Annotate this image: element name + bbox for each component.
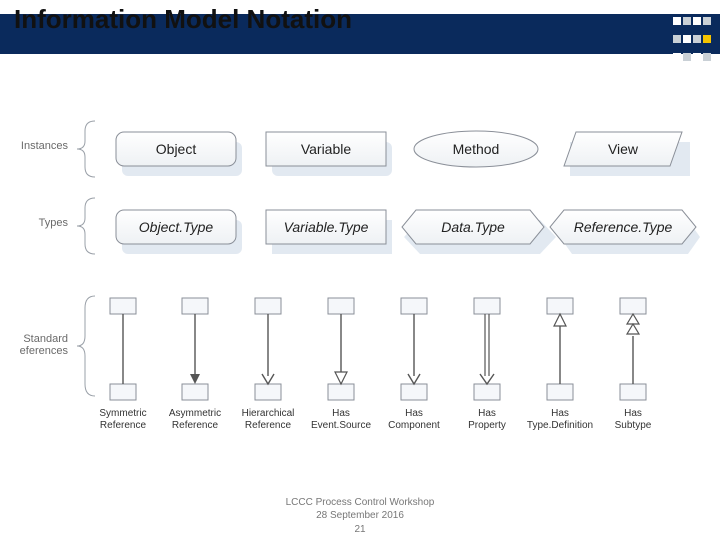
label-view: View <box>608 141 639 157</box>
svg-text:Subtype: Subtype <box>615 420 652 431</box>
ref-hierarchical: Hierarchical Reference <box>242 298 295 431</box>
ref-has-component: Has Component <box>388 298 440 431</box>
page-title: Information Model Notation <box>0 0 720 35</box>
notation-diagram: Instances Types Standard References Obje… <box>20 86 700 446</box>
svg-text:Type.Definition: Type.Definition <box>527 420 593 431</box>
svg-text:Has: Has <box>624 408 642 419</box>
title-bar: Information Model Notation <box>0 0 720 56</box>
diagram-area: Instances Types Standard References Obje… <box>0 56 720 446</box>
ref-has-property: Has Property <box>468 298 506 431</box>
label-data-type: Data.Type <box>441 219 505 235</box>
row-label-references-1: Standard <box>23 333 68 345</box>
svg-text:Reference: Reference <box>100 420 147 431</box>
ref-has-eventsource: Has Event.Source <box>311 298 371 431</box>
svg-text:Reference: Reference <box>172 420 219 431</box>
svg-text:Has: Has <box>478 408 496 419</box>
label-reference-type: Reference.Type <box>574 219 673 235</box>
svg-text:Event.Source: Event.Source <box>311 420 371 431</box>
footer-line2: 28 September 2016 <box>316 510 404 521</box>
svg-text:Asymmetric: Asymmetric <box>169 408 221 419</box>
svg-text:Property: Property <box>468 420 506 431</box>
svg-text:Reference: Reference <box>245 420 292 431</box>
footer: LCCC Process Control Workshop 28 Septemb… <box>0 496 720 537</box>
label-object-type: Object.Type <box>139 219 214 235</box>
svg-text:Hierarchical: Hierarchical <box>242 408 295 419</box>
decorative-pixels <box>672 16 712 70</box>
references-row: Symmetric Reference Asymmetric Reference… <box>99 298 651 431</box>
svg-text:Symmetric: Symmetric <box>99 408 146 419</box>
ref-asymmetric: Asymmetric Reference <box>169 298 221 431</box>
row-label-references-2: References <box>20 345 68 357</box>
footer-page: 21 <box>354 524 365 535</box>
label-method: Method <box>453 141 500 157</box>
ref-has-subtype: Has Subtype <box>615 298 652 431</box>
ref-has-typedef: Has Type.Definition <box>527 298 593 431</box>
footer-line1: LCCC Process Control Workshop <box>286 497 435 508</box>
ref-symmetric: Symmetric Reference <box>99 298 146 431</box>
svg-text:Has: Has <box>551 408 569 419</box>
label-variable-type: Variable.Type <box>284 219 369 235</box>
svg-text:Has: Has <box>405 408 423 419</box>
label-variable: Variable <box>301 141 352 157</box>
row-label-instances: Instances <box>21 140 69 152</box>
svg-text:Has: Has <box>332 408 350 419</box>
row-label-types: Types <box>39 217 69 229</box>
label-object: Object <box>156 141 197 157</box>
svg-text:Component: Component <box>388 420 440 431</box>
